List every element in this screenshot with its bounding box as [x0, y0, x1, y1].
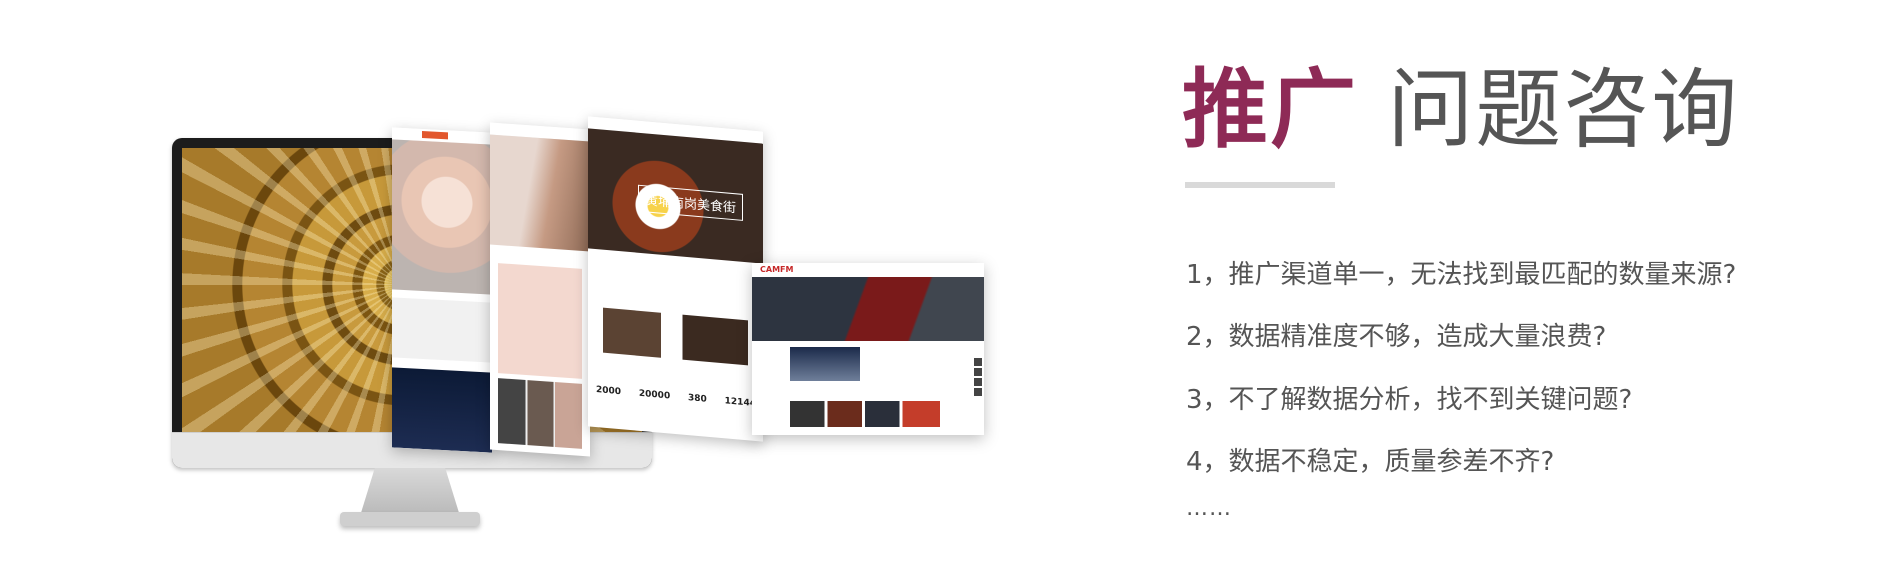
website-panel-food: 黄埔南岗美食街 2000 20000 380 12144: [588, 116, 763, 442]
website-panel-fashion: [490, 122, 590, 457]
feature-block: [498, 263, 582, 379]
stat-value: 20000: [638, 388, 671, 402]
hero-image: [752, 277, 984, 341]
stat-value: 2000: [596, 385, 622, 398]
website-panel-truck: CAMFM: [752, 263, 984, 435]
hero-image: [392, 139, 492, 295]
site-brand: CAMFM: [760, 265, 794, 274]
title-accent: 推广: [1182, 60, 1358, 160]
website-panel-baby: [392, 127, 492, 453]
ellipsis: ……: [1186, 496, 1232, 521]
question-item: 3，不了解数据分析，找不到关键问题?: [1186, 385, 1633, 415]
thumbnail-row: [790, 401, 940, 427]
question-item: 2，数据精准度不够，造成大量浪费?: [1186, 322, 1607, 352]
photo-grid: [498, 378, 582, 449]
restaurant-photos: [603, 307, 748, 366]
stats-row: 2000 20000 380 12144: [596, 385, 756, 409]
hero-image: 黄埔南岗美食街: [588, 128, 763, 264]
hero-image: [490, 134, 590, 252]
title-underline: [1185, 182, 1335, 188]
title-rest: 问题咨询: [1387, 60, 1740, 160]
question-item: 1，推广渠道单一，无法找到最匹配的数量来源?: [1186, 260, 1737, 290]
food-site-title: 黄埔南岗美食街: [638, 184, 744, 221]
content-section: [392, 297, 492, 363]
news-image: [790, 347, 860, 381]
site-logo: [422, 130, 448, 140]
page-title: 推广 问题咨询: [1182, 60, 1739, 160]
monitor-base: [340, 512, 480, 526]
promo-banner: 黄埔南岗美食街 2000 20000 380 12144 CAMFM 推广 问题…: [0, 0, 1903, 563]
side-toolbar-icons: [974, 358, 982, 398]
monitor-stand: [359, 468, 461, 518]
stat-value: 380: [688, 393, 707, 405]
question-item: 4，数据不稳定，质量参差不齐?: [1186, 447, 1555, 477]
footer-section: [392, 367, 492, 453]
